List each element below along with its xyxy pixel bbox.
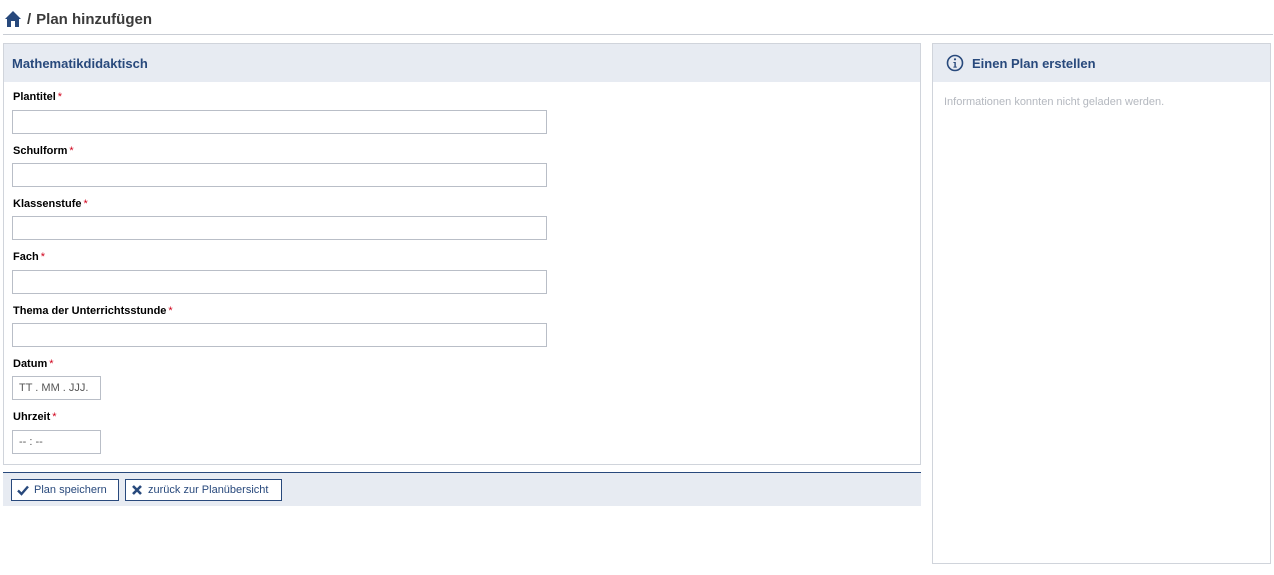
breadcrumb: / Plan hinzufügen [4, 8, 152, 30]
form-panel-title: Mathematikdidaktisch [4, 44, 920, 82]
save-plan-button[interactable]: Plan speichern [11, 479, 119, 501]
field-label-datum: Datum * [13, 358, 54, 370]
required-marker: * [49, 358, 54, 370]
close-icon [131, 484, 143, 496]
required-marker: * [52, 411, 57, 423]
save-plan-label: Plan speichern [34, 484, 107, 496]
field-label-fach: Fach * [13, 251, 45, 263]
required-marker: * [40, 251, 45, 263]
info-message: Informationen konnten nicht geladen werd… [944, 96, 1165, 108]
datum-input[interactable] [12, 376, 101, 400]
info-side-panel: Einen Plan erstellen Informationen konnt… [932, 43, 1271, 564]
form-action-bar: Plan speichern zurück zur Planübersicht [3, 472, 921, 506]
back-to-overview-label: zurück zur Planübersicht [148, 484, 269, 496]
side-panel-title: Einen Plan erstellen [972, 55, 1096, 71]
schulform-input[interactable] [12, 163, 547, 187]
field-label-schulform: Schulform * [13, 145, 74, 157]
breadcrumb-separator: / [27, 10, 32, 28]
field-label-thema: Thema der Unterrichtsstunde * [13, 305, 173, 317]
plantitel-input[interactable] [12, 110, 547, 134]
info-icon [946, 54, 964, 72]
page-title: Plan hinzufügen [36, 10, 152, 28]
field-label-klassenstufe: Klassenstufe * [13, 198, 88, 210]
header-divider [3, 34, 1273, 35]
field-label-plantitel: Plantitel * [13, 91, 63, 103]
home-icon[interactable] [4, 10, 22, 28]
uhrzeit-input[interactable] [12, 430, 101, 454]
fach-input[interactable] [12, 270, 547, 294]
klassenstufe-input[interactable] [12, 216, 547, 240]
back-to-overview-button[interactable]: zurück zur Planübersicht [125, 479, 282, 501]
required-marker: * [57, 91, 63, 103]
field-label-uhrzeit: Uhrzeit * [13, 411, 57, 423]
side-panel-header: Einen Plan erstellen [933, 44, 1270, 82]
check-icon [17, 484, 29, 496]
required-marker: * [83, 198, 88, 210]
required-marker: * [168, 305, 173, 317]
required-marker: * [69, 145, 74, 157]
plan-form-panel: Mathematikdidaktisch Plantitel * Schulfor… [3, 43, 921, 465]
thema-input[interactable] [12, 323, 547, 347]
